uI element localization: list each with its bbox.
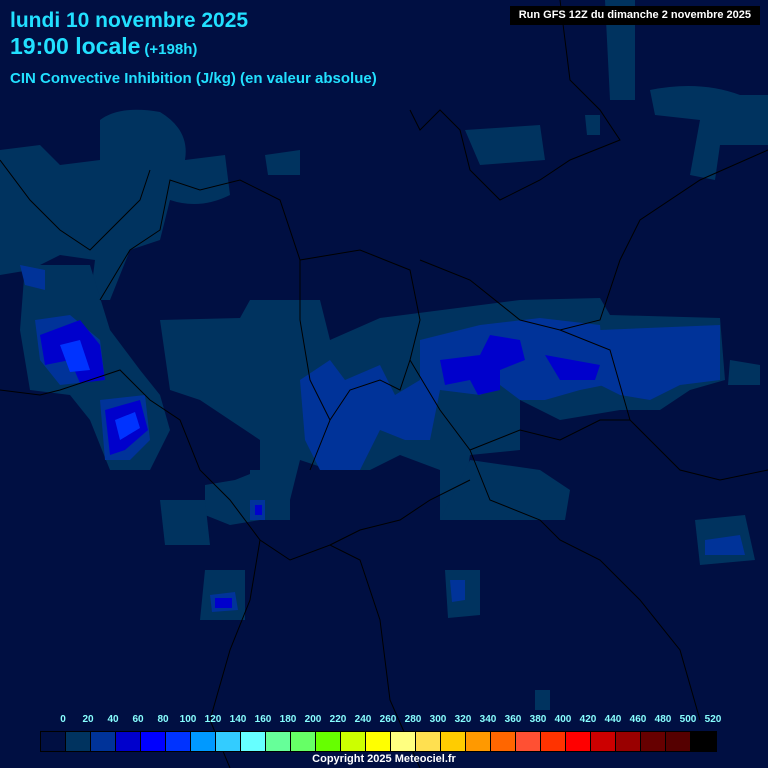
parameter-title: CIN Convective Inhibition (J/kg) (en val… [10,70,377,87]
legend-label: 220 [329,714,347,725]
cin-field [0,0,768,768]
legend-label: 160 [254,714,272,725]
legend-swatch [291,732,316,751]
legend-label: 280 [404,714,422,725]
legend-label: 440 [604,714,622,725]
model-run-label: Run GFS 12Z du dimanche 2 novembre 2025 [509,6,760,25]
legend-label: 480 [654,714,672,725]
legend-label: 340 [479,714,497,725]
legend-label: 520 [704,714,722,725]
forecast-date: lundi 10 novembre 2025 [10,9,249,32]
forecast-local-time: 19:00 locale [10,33,141,59]
legend-swatch [141,732,166,751]
legend-swatch [491,732,516,751]
legend-labels: 0 20 40 60 80 100 120 140 160 180 200 220 240 260 280 3… [40,714,740,726]
legend-swatch [591,732,616,751]
legend-label: 460 [629,714,647,725]
legend-swatch [316,732,341,751]
copyright: Copyright 2025 Meteociel.fr [312,753,456,765]
legend-label: 60 [132,714,144,725]
legend-label: 180 [279,714,297,725]
legend-label: 0 [60,714,66,725]
legend-swatch [541,732,566,751]
legend-swatch [241,732,266,751]
legend-swatch [341,732,366,751]
legend-label: 360 [504,714,522,725]
legend-label: 40 [107,714,119,725]
forecast-lead-time: (+198h) [144,41,198,58]
legend-label: 500 [679,714,697,725]
legend-swatch [416,732,441,751]
legend-swatch [616,732,641,751]
legend-label: 200 [304,714,322,725]
legend-swatch [41,732,66,751]
legend-swatch [91,732,116,751]
legend-swatch [166,732,191,751]
legend-label: 260 [379,714,397,725]
legend-swatch [66,732,91,751]
legend-label: 20 [82,714,94,725]
legend-swatch [391,732,416,751]
legend-swatch [566,732,591,751]
legend-swatch [641,732,666,751]
legend-swatch [366,732,391,751]
legend-label: 380 [529,714,547,725]
legend-label: 400 [554,714,572,725]
legend-label: 140 [229,714,247,725]
forecast-time: 19:00 locale (+198h) [10,33,197,60]
cin-weather-map: lundi 10 novembre 2025 19:00 locale (+198… [0,0,768,768]
legend-swatch [666,732,691,751]
legend-swatch [216,732,241,751]
legend-swatch [441,732,466,751]
legend-swatch [191,732,216,751]
legend-label: 320 [454,714,472,725]
legend-swatch [691,732,716,751]
legend-label: 240 [354,714,372,725]
legend-label: 420 [579,714,597,725]
legend-label: 80 [157,714,169,725]
legend-swatch [466,732,491,751]
legend-label: 100 [179,714,197,725]
legend-swatch [266,732,291,751]
legend-label: 300 [429,714,447,725]
legend-label: 120 [204,714,222,725]
legend-swatch [116,732,141,751]
legend-swatch [516,732,541,751]
color-legend [40,731,717,752]
